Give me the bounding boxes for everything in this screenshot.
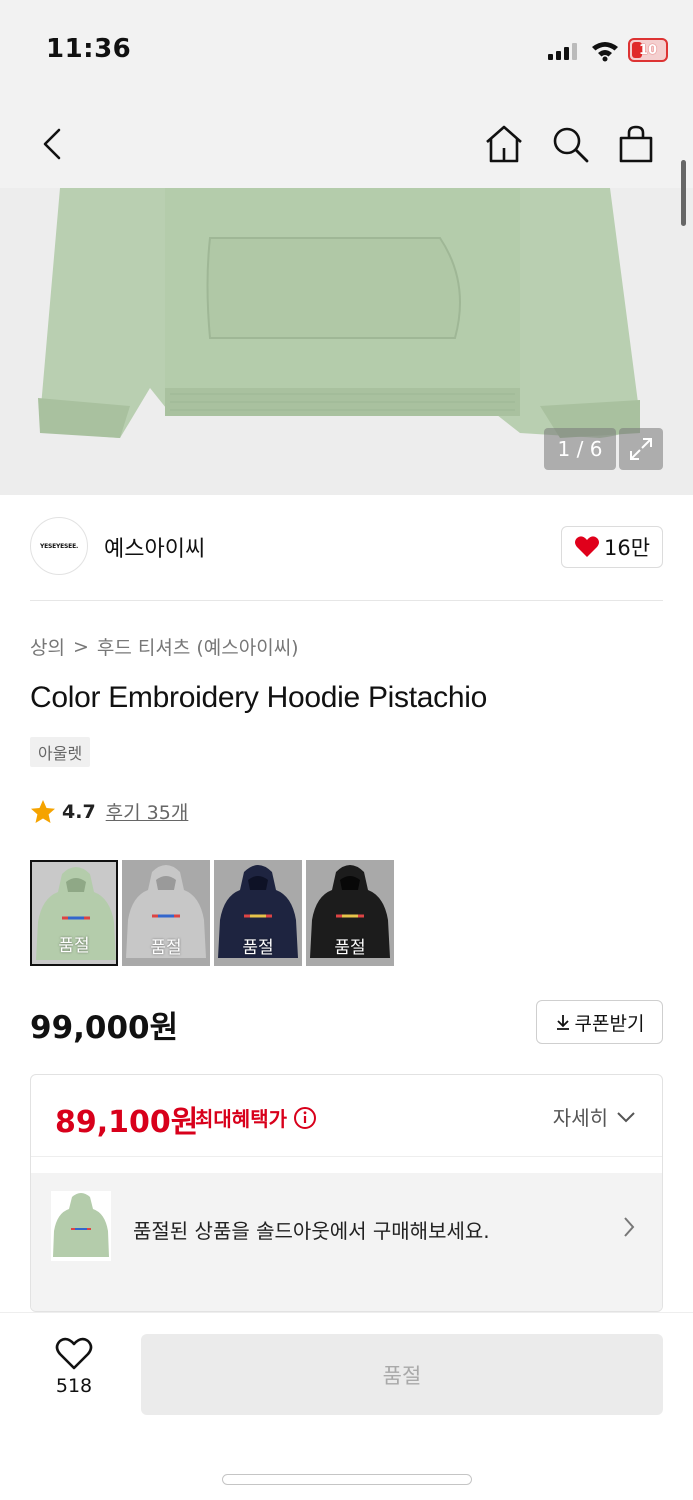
benefit-detail-toggle[interactable]: 자세히 [553, 1102, 636, 1131]
breadcrumb-subcategory[interactable]: 후드 티셔츠 (예스아이씨) [97, 633, 299, 660]
breadcrumb-separator: > [72, 635, 89, 658]
cart-button[interactable] [612, 120, 660, 168]
wishlist-button[interactable]: 518 [44, 1337, 104, 1397]
swatch-black[interactable]: 품절 [306, 860, 394, 966]
brand-row: YESEYESEE. 예스아이씨 16만 [30, 517, 663, 577]
heart-filled-icon [574, 536, 599, 557]
wishlist-count: 518 [55, 1375, 93, 1397]
brand-logo[interactable]: YESEYESEE. [30, 517, 88, 575]
reviews-link[interactable]: 후기 35개 [106, 798, 189, 825]
brand-name[interactable]: 예스아이씨 [104, 531, 205, 563]
chevron-down-icon [617, 1111, 635, 1122]
divider [31, 1156, 662, 1157]
signal-icon [548, 42, 577, 60]
star-icon [31, 799, 55, 823]
search-button[interactable] [546, 120, 594, 168]
hoodie-thumbnail [51, 1191, 111, 1261]
top-nav [0, 100, 693, 188]
coupon-label: 쿠폰받기 [574, 1013, 645, 1035]
download-icon [556, 1015, 569, 1030]
soldout-message: 품절된 상품을 솔드아웃에서 구매해보세요. [133, 1219, 490, 1243]
color-swatches: 품절 품절 품절 품절 [30, 860, 394, 966]
swatch-pistachio[interactable]: 품절 [30, 860, 118, 966]
image-counter: 1 / 6 [544, 428, 616, 470]
bottom-bar: 518 품절 [0, 1312, 693, 1500]
chevron-left-icon [43, 128, 61, 160]
benefit-price: 89,100원 [55, 1105, 199, 1140]
coupon-button[interactable]: 쿠폰받기 [536, 1000, 663, 1044]
benefit-box: 89,100원 최대혜택가 자세히 품절된 상품을 솔드아웃에서 구매해보세요. [30, 1074, 663, 1312]
battery-icon: 10 [628, 38, 668, 62]
product-title: Color Embroidery Hoodie Pistachio [30, 681, 487, 714]
buy-button[interactable]: 품절 [141, 1334, 663, 1415]
heart-outline-icon [55, 1337, 93, 1370]
soldout-label: 품절 [242, 938, 274, 958]
rating: 4.7 후기 35개 [30, 798, 188, 825]
original-price: 99,000원 [30, 1010, 179, 1046]
swatch-gray[interactable]: 품절 [122, 860, 210, 966]
breadcrumb: 상의 > 후드 티셔츠 (예스아이씨) [30, 633, 299, 660]
expand-icon [630, 438, 652, 460]
brand-like-button[interactable]: 16만 [561, 526, 663, 568]
benefit-label: 최대혜택가 [195, 1103, 317, 1132]
shopping-bag-icon [619, 125, 653, 163]
search-icon [553, 127, 589, 163]
outlet-tag: 아울렛 [30, 737, 91, 767]
wifi-icon [592, 42, 618, 62]
home-icon [486, 125, 522, 163]
chevron-right-icon [624, 1217, 635, 1237]
soldout-label: 품절 [58, 936, 90, 956]
soldout-label: 품절 [334, 938, 366, 958]
swatch-navy[interactable]: 품절 [214, 860, 302, 966]
back-button[interactable] [28, 120, 76, 168]
home-indicator[interactable] [222, 1474, 472, 1485]
info-icon[interactable] [293, 1106, 317, 1130]
scrollbar[interactable] [681, 160, 686, 226]
battery-level: 10 [638, 42, 658, 58]
brand-like-count: 16만 [603, 536, 651, 560]
status-bar: 11:36 10 [0, 0, 693, 100]
expand-image-button[interactable] [619, 428, 663, 470]
divider [30, 600, 663, 601]
benefit-label-text: 최대혜택가 [195, 1107, 287, 1131]
soldout-banner[interactable]: 품절된 상품을 솔드아웃에서 구매해보세요. [31, 1173, 662, 1311]
breadcrumb-category[interactable]: 상의 [30, 633, 65, 660]
benefit-detail-label: 자세히 [552, 1106, 608, 1130]
rating-score: 4.7 [62, 800, 96, 823]
soldout-label: 품절 [150, 938, 182, 958]
home-button[interactable] [480, 120, 528, 168]
status-time: 11:36 [46, 34, 132, 64]
